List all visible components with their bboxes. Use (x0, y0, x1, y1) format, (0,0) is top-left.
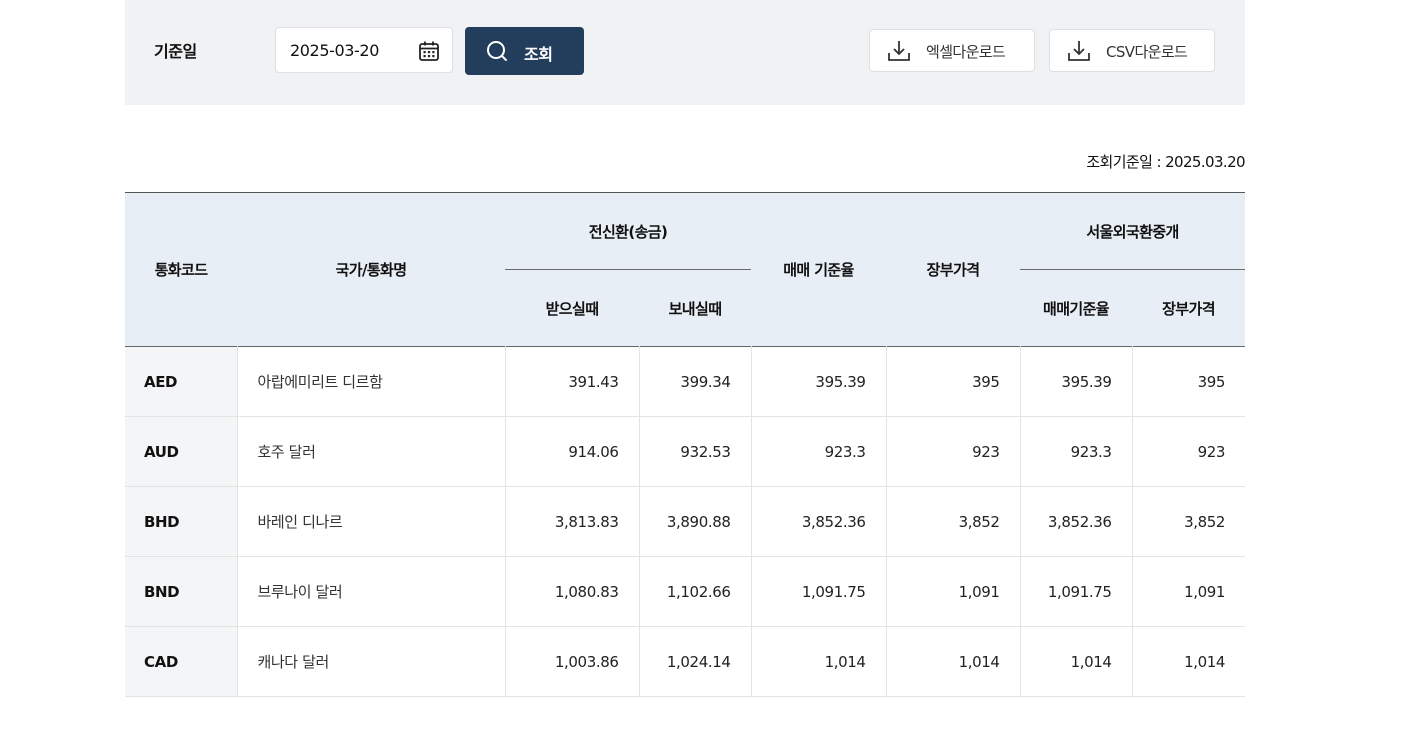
base-rate-cell: 3,852.36 (750, 486, 887, 557)
csv-download-button[interactable]: CSV다운로드 (1049, 29, 1215, 72)
seoul-book-price-cell: 3,852 (1131, 486, 1246, 557)
download-icon (888, 41, 910, 61)
excel-download-button[interactable]: 엑셀다운로드 (869, 29, 1035, 72)
header-country-currency: 국가/통화명 (237, 192, 505, 347)
seoul-book-price-cell: 1,091 (1131, 556, 1246, 627)
tt-receive-cell: 3,813.83 (504, 486, 639, 557)
header-seoul-forex: 서울외국환중개 (1020, 192, 1246, 270)
currency-name-cell: 캐나다 달러 (236, 626, 505, 697)
seoul-base-rate-cell: 923.3 (1019, 416, 1133, 487)
header-telegraphic-transfer: 전신환(송금) (505, 192, 752, 270)
table-row: BHD 바레인 디나르 3,813.83 3,890.88 3,852.36 3… (125, 486, 1246, 557)
seoul-book-price-cell: 923 (1131, 416, 1246, 487)
table-row: AED 아랍에미리트 디르함 391.43 399.34 395.39 395 … (125, 346, 1246, 417)
table-body: AED 아랍에미리트 디르함 391.43 399.34 395.39 395 … (125, 346, 1246, 697)
tt-receive-cell: 914.06 (504, 416, 639, 487)
currency-code-cell: AED (125, 346, 237, 417)
exchange-rate-page: 기준일 조회 (0, 0, 1408, 729)
book-price-cell: 1,091 (885, 556, 1021, 627)
tt-receive-cell: 1,080.83 (504, 556, 639, 627)
search-icon (487, 41, 507, 61)
currency-code-cell: BND (125, 556, 237, 627)
base-date-input[interactable] (290, 28, 410, 72)
search-button-label: 조회 (524, 45, 553, 64)
tt-send-cell: 1,024.14 (638, 626, 752, 697)
seoul-base-rate-cell: 3,852.36 (1019, 486, 1133, 557)
currency-code-cell: BHD (125, 486, 237, 557)
base-rate-cell: 923.3 (750, 416, 887, 487)
seoul-base-rate-cell: 395.39 (1019, 346, 1133, 417)
search-button[interactable]: 조회 (465, 27, 584, 75)
download-icon (1068, 41, 1090, 61)
currency-code-cell: AUD (125, 416, 237, 487)
base-date-label: 기준일 (154, 42, 197, 61)
book-price-cell: 923 (885, 416, 1021, 487)
header-tt-receive: 받으실때 (505, 269, 639, 347)
base-rate-cell: 1,091.75 (750, 556, 887, 627)
header-tt-send: 보내실때 (639, 269, 752, 347)
seoul-book-price-cell: 1,014 (1131, 626, 1246, 697)
book-price-cell: 1,014 (885, 626, 1021, 697)
tt-send-cell: 1,102.66 (638, 556, 752, 627)
currency-name-cell: 바레인 디나르 (236, 486, 505, 557)
base-date-field[interactable] (275, 27, 453, 73)
tt-send-cell: 399.34 (638, 346, 752, 417)
tt-send-cell: 932.53 (638, 416, 752, 487)
book-price-cell: 3,852 (885, 486, 1021, 557)
exchange-rate-table: 통화코드 국가/통화명 전신환(송금) 매매 기준율 장부가격 서울외국환중개 … (125, 192, 1246, 697)
header-seoul-base-rate: 매매기준율 (1020, 269, 1133, 347)
tt-receive-cell: 391.43 (504, 346, 639, 417)
currency-name-cell: 아랍에미리트 디르함 (236, 346, 505, 417)
csv-download-label: CSV다운로드 (1106, 43, 1188, 61)
tt-send-cell: 3,890.88 (638, 486, 752, 557)
seoul-base-rate-cell: 1,091.75 (1019, 556, 1133, 627)
base-rate-cell: 395.39 (750, 346, 887, 417)
header-seoul-book-price: 장부가격 (1132, 269, 1246, 347)
table-row: CAD 캐나다 달러 1,003.86 1,024.14 1,014 1,014… (125, 626, 1246, 697)
table-header: 통화코드 국가/통화명 전신환(송금) 매매 기준율 장부가격 서울외국환중개 … (125, 192, 1246, 347)
header-book-price: 장부가격 (886, 192, 1021, 347)
seoul-base-rate-cell: 1,014 (1019, 626, 1133, 697)
excel-download-label: 엑셀다운로드 (926, 43, 1006, 61)
table-row: BND 브루나이 달러 1,080.83 1,102.66 1,091.75 1… (125, 556, 1246, 627)
calendar-icon[interactable] (418, 40, 440, 62)
filter-panel: 기준일 조회 (125, 0, 1245, 105)
currency-name-cell: 호주 달러 (236, 416, 505, 487)
currency-code-cell: CAD (125, 626, 237, 697)
base-rate-cell: 1,014 (750, 626, 887, 697)
currency-name-cell: 브루나이 달러 (236, 556, 505, 627)
seoul-book-price-cell: 395 (1131, 346, 1246, 417)
tt-receive-cell: 1,003.86 (504, 626, 639, 697)
table-row: AUD 호주 달러 914.06 932.53 923.3 923 923.3 … (125, 416, 1246, 487)
header-base-rate: 매매 기준율 (751, 192, 887, 347)
book-price-cell: 395 (885, 346, 1021, 417)
header-currency-code: 통화코드 (125, 192, 237, 347)
query-date-text: 조회기준일 : 2025.03.20 (1086, 153, 1245, 171)
